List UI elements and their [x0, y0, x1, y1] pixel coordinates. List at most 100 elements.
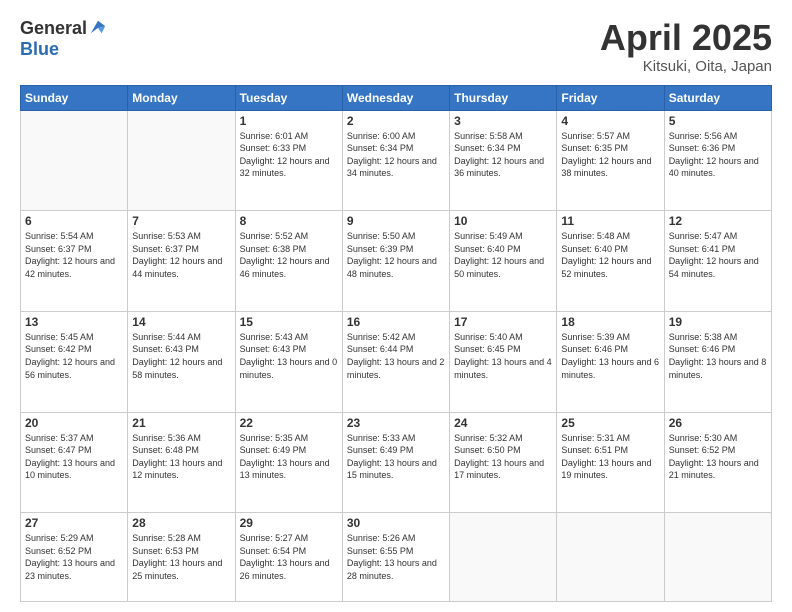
- day-info: Sunrise: 5:48 AMSunset: 6:40 PMDaylight:…: [561, 230, 659, 280]
- day-info: Sunrise: 5:58 AMSunset: 6:34 PMDaylight:…: [454, 130, 552, 180]
- day-info: Sunrise: 5:53 AMSunset: 6:37 PMDaylight:…: [132, 230, 230, 280]
- week-row-5: 27 Sunrise: 5:29 AMSunset: 6:52 PMDayligh…: [21, 513, 772, 602]
- day-number: 19: [669, 315, 767, 329]
- day-info: Sunrise: 5:33 AMSunset: 6:49 PMDaylight:…: [347, 432, 445, 482]
- day-number: 4: [561, 114, 659, 128]
- day-info: Sunrise: 6:01 AMSunset: 6:33 PMDaylight:…: [240, 130, 338, 180]
- day-cell-1: 1 Sunrise: 6:01 AMSunset: 6:33 PMDaylight…: [235, 110, 342, 211]
- day-number: 14: [132, 315, 230, 329]
- day-info: Sunrise: 5:40 AMSunset: 6:45 PMDaylight:…: [454, 331, 552, 381]
- day-info: Sunrise: 5:56 AMSunset: 6:36 PMDaylight:…: [669, 130, 767, 180]
- week-row-2: 6Sunrise: 5:54 AMSunset: 6:37 PMDaylight…: [21, 211, 772, 312]
- day-info: Sunrise: 5:49 AMSunset: 6:40 PMDaylight:…: [454, 230, 552, 280]
- day-info: Sunrise: 5:27 AMSunset: 6:54 PMDaylight:…: [240, 532, 338, 582]
- day-cell-22: 22 Sunrise: 5:35 AMSunset: 6:49 PMDayligh…: [235, 412, 342, 513]
- day-info: Sunrise: 5:54 AMSunset: 6:37 PMDaylight:…: [25, 230, 123, 280]
- day-number: 11: [561, 214, 659, 228]
- day-info: Sunrise: 5:37 AMSunset: 6:47 PMDaylight:…: [25, 432, 123, 482]
- day-number: 30: [347, 516, 445, 530]
- day-number: 5: [669, 114, 767, 128]
- day-cell-empty-4-6: [664, 513, 771, 602]
- day-cell-8: 8Sunrise: 5:52 AMSunset: 6:38 PMDaylight…: [235, 211, 342, 312]
- day-info: Sunrise: 5:30 AMSunset: 6:52 PMDaylight:…: [669, 432, 767, 482]
- day-number: 28: [132, 516, 230, 530]
- day-cell-24: 24 Sunrise: 5:32 AMSunset: 6:50 PMDayligh…: [450, 412, 557, 513]
- day-number: 10: [454, 214, 552, 228]
- day-info: Sunrise: 5:50 AMSunset: 6:39 PMDaylight:…: [347, 230, 445, 280]
- day-number: 26: [669, 416, 767, 430]
- day-number: 21: [132, 416, 230, 430]
- day-info: Sunrise: 5:32 AMSunset: 6:50 PMDaylight:…: [454, 432, 552, 482]
- day-cell-14: 14Sunrise: 5:44 AMSunset: 6:43 PMDayligh…: [128, 311, 235, 412]
- day-number: 16: [347, 315, 445, 329]
- day-cell-30: 30 Sunrise: 5:26 AMSunset: 6:55 PMDayligh…: [342, 513, 449, 602]
- day-cell-6: 6Sunrise: 5:54 AMSunset: 6:37 PMDaylight…: [21, 211, 128, 312]
- day-cell-empty-0-0: [21, 110, 128, 211]
- day-cell-17: 17 Sunrise: 5:40 AMSunset: 6:45 PMDayligh…: [450, 311, 557, 412]
- day-cell-21: 21Sunrise: 5:36 AMSunset: 6:48 PMDayligh…: [128, 412, 235, 513]
- day-number: 29: [240, 516, 338, 530]
- day-number: 3: [454, 114, 552, 128]
- day-number: 22: [240, 416, 338, 430]
- weekday-header-sunday: Sunday: [21, 85, 128, 110]
- day-info: Sunrise: 5:47 AMSunset: 6:41 PMDaylight:…: [669, 230, 767, 280]
- day-cell-19: 19 Sunrise: 5:38 AMSunset: 6:46 PMDayligh…: [664, 311, 771, 412]
- weekday-header-saturday: Saturday: [664, 85, 771, 110]
- day-info: Sunrise: 5:52 AMSunset: 6:38 PMDaylight:…: [240, 230, 338, 280]
- day-cell-11: 11 Sunrise: 5:48 AMSunset: 6:40 PMDayligh…: [557, 211, 664, 312]
- day-cell-28: 28Sunrise: 5:28 AMSunset: 6:53 PMDayligh…: [128, 513, 235, 602]
- day-number: 24: [454, 416, 552, 430]
- day-info: Sunrise: 5:42 AMSunset: 6:44 PMDaylight:…: [347, 331, 445, 381]
- day-cell-13: 13 Sunrise: 5:45 AMSunset: 6:42 PMDayligh…: [21, 311, 128, 412]
- day-cell-empty-4-4: [450, 513, 557, 602]
- day-cell-7: 7 Sunrise: 5:53 AMSunset: 6:37 PMDaylight…: [128, 211, 235, 312]
- day-number: 13: [25, 315, 123, 329]
- day-number: 15: [240, 315, 338, 329]
- day-number: 1: [240, 114, 338, 128]
- day-info: Sunrise: 5:38 AMSunset: 6:46 PMDaylight:…: [669, 331, 767, 381]
- day-number: 9: [347, 214, 445, 228]
- day-info: Sunrise: 5:57 AMSunset: 6:35 PMDaylight:…: [561, 130, 659, 180]
- weekday-header-tuesday: Tuesday: [235, 85, 342, 110]
- day-info: Sunrise: 5:43 AMSunset: 6:43 PMDaylight:…: [240, 331, 338, 381]
- day-cell-10: 10 Sunrise: 5:49 AMSunset: 6:40 PMDayligh…: [450, 211, 557, 312]
- day-cell-4: 4 Sunrise: 5:57 AMSunset: 6:35 PMDaylight…: [557, 110, 664, 211]
- day-number: 2: [347, 114, 445, 128]
- weekday-header-wednesday: Wednesday: [342, 85, 449, 110]
- week-row-3: 13 Sunrise: 5:45 AMSunset: 6:42 PMDayligh…: [21, 311, 772, 412]
- week-row-4: 20Sunrise: 5:37 AMSunset: 6:47 PMDayligh…: [21, 412, 772, 513]
- day-info: Sunrise: 5:26 AMSunset: 6:55 PMDaylight:…: [347, 532, 445, 582]
- day-cell-15: 15 Sunrise: 5:43 AMSunset: 6:43 PMDayligh…: [235, 311, 342, 412]
- day-number: 17: [454, 315, 552, 329]
- day-info: Sunrise: 5:39 AMSunset: 6:46 PMDaylight:…: [561, 331, 659, 381]
- weekday-header-thursday: Thursday: [450, 85, 557, 110]
- day-cell-9: 9 Sunrise: 5:50 AMSunset: 6:39 PMDaylight…: [342, 211, 449, 312]
- day-cell-empty-4-5: [557, 513, 664, 602]
- day-info: Sunrise: 5:45 AMSunset: 6:42 PMDaylight:…: [25, 331, 123, 381]
- day-number: 12: [669, 214, 767, 228]
- weekday-header-monday: Monday: [128, 85, 235, 110]
- week-row-1: 1 Sunrise: 6:01 AMSunset: 6:33 PMDaylight…: [21, 110, 772, 211]
- month-title: April 2025: [600, 18, 772, 58]
- day-info: Sunrise: 5:29 AMSunset: 6:52 PMDaylight:…: [25, 532, 123, 582]
- day-cell-5: 5 Sunrise: 5:56 AMSunset: 6:36 PMDaylight…: [664, 110, 771, 211]
- day-cell-empty-0-1: [128, 110, 235, 211]
- calendar-table: SundayMondayTuesdayWednesdayThursdayFrid…: [20, 85, 772, 602]
- day-cell-25: 25 Sunrise: 5:31 AMSunset: 6:51 PMDayligh…: [557, 412, 664, 513]
- day-cell-29: 29 Sunrise: 5:27 AMSunset: 6:54 PMDayligh…: [235, 513, 342, 602]
- day-number: 25: [561, 416, 659, 430]
- location: Kitsuki, Oita, Japan: [600, 58, 772, 75]
- logo-blue-text: Blue: [20, 39, 59, 60]
- day-info: Sunrise: 5:31 AMSunset: 6:51 PMDaylight:…: [561, 432, 659, 482]
- day-cell-2: 2Sunrise: 6:00 AMSunset: 6:34 PMDaylight…: [342, 110, 449, 211]
- day-number: 7: [132, 214, 230, 228]
- day-number: 23: [347, 416, 445, 430]
- day-cell-26: 26 Sunrise: 5:30 AMSunset: 6:52 PMDayligh…: [664, 412, 771, 513]
- day-cell-18: 18Sunrise: 5:39 AMSunset: 6:46 PMDayligh…: [557, 311, 664, 412]
- day-number: 27: [25, 516, 123, 530]
- day-info: Sunrise: 5:35 AMSunset: 6:49 PMDaylight:…: [240, 432, 338, 482]
- logo-bird-icon: [89, 18, 107, 36]
- logo: General Blue: [20, 18, 107, 60]
- day-cell-27: 27 Sunrise: 5:29 AMSunset: 6:52 PMDayligh…: [21, 513, 128, 602]
- page: General Blue April 2025 Kitsuki, Oita, J…: [0, 0, 792, 612]
